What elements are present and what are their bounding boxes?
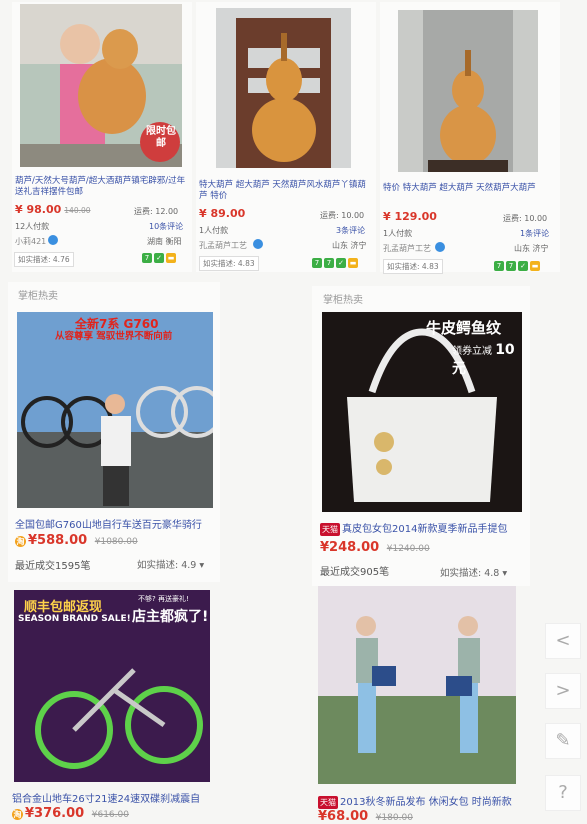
product-title[interactable]: 特价 特大葫芦 超大葫芦 天然葫芦大葫芦 — [383, 183, 553, 194]
promo-badge: 限时包邮 — [146, 126, 176, 149]
wangwang-icon[interactable] — [253, 239, 263, 249]
sold-count: 最近成交1595笔 — [15, 561, 91, 572]
help-icon[interactable]: ? — [545, 775, 581, 811]
product-price: ¥ 129.00 — [383, 210, 437, 223]
product-price: 淘 ¥376.00 ¥616.00 — [12, 806, 129, 821]
card-icon: ▬ — [348, 258, 358, 268]
seven-day-icon: 7 — [494, 261, 504, 271]
edit-icon[interactable]: ✎ — [545, 723, 581, 759]
return-icon: 7 — [506, 261, 516, 271]
shipping-fee: 运费: 10.00 — [503, 214, 548, 223]
card-icon: ▬ — [530, 261, 540, 271]
gourd-photo — [216, 8, 351, 168]
old-price: ¥1240.00 — [386, 544, 430, 554]
product-title[interactable]: 特大葫芦 超大葫芦 天然葫芦风水葫芦丫镇葫芦 特价 — [199, 180, 374, 202]
product-price: 淘 ¥588.00 ¥1080.00 — [15, 533, 138, 548]
product-card[interactable]: 特大葫芦 超大葫芦 天然葫芦风水葫芦丫镇葫芦 特价 ¥ 89.00 运费: 10… — [196, 2, 376, 272]
wangwang-icon[interactable] — [435, 242, 445, 252]
wangwang-icon[interactable] — [48, 235, 58, 245]
banner-subtitle: 领券立减 10元 — [452, 342, 515, 377]
product-image[interactable] — [318, 586, 516, 784]
shop-location: 湖南 衡阳 — [147, 237, 182, 246]
shop-location: 山东 济宁 — [514, 244, 549, 253]
product-card[interactable]: 特价 特大葫芦 超大葫芦 天然葫芦大葫芦 ¥ 129.00 运费: 10.00 … — [380, 2, 560, 274]
shop-name[interactable]: 小莉421 — [15, 236, 46, 247]
banner-title: 顺丰包邮返现 — [24, 600, 103, 615]
return-icon: 7 — [324, 258, 334, 268]
guarantee-icon: ✓ — [336, 258, 346, 268]
rating-select[interactable]: 如实描述: 4.76 — [14, 252, 74, 267]
tmall-icon: 天猫 — [320, 523, 340, 536]
fashion-photo — [318, 586, 516, 784]
product-title[interactable]: 全国包邮G760山地自行车送百元豪华骑行 — [15, 516, 202, 531]
banner-subtitle: 从容尊享 驾驭世界不断向前 — [55, 331, 173, 342]
rating-select[interactable]: 如实描述: 4.9 ▾ — [137, 557, 204, 571]
rating-select[interactable]: 如实描述: 4.83 — [199, 256, 259, 271]
seven-day-icon: 7 — [312, 258, 322, 268]
product-title[interactable]: 葫芦/天然大号葫芦/超大酒葫芦镇宅辟邪/过年送礼吉祥摆件包邮 — [15, 176, 187, 198]
old-price: ¥616.00 — [91, 810, 129, 820]
product-card[interactable]: 限时包邮 葫芦/天然大号葫芦/超大酒葫芦镇宅辟邪/过年送礼吉祥摆件包邮 ¥ 98… — [12, 2, 192, 272]
shipping-fee: 运费: 10.00 — [320, 211, 365, 220]
tmall-icon: 天猫 — [318, 796, 338, 809]
sold-count: 1人付款 — [199, 226, 229, 235]
product-image[interactable] — [398, 10, 538, 172]
section-title: 掌柜热卖 — [323, 295, 363, 306]
product-title[interactable]: 铝合金山地车26寸21速24速双碟刹减震自 — [12, 790, 200, 805]
product-image[interactable]: 牛皮鳄鱼纹 领券立减 10元 — [322, 312, 522, 512]
product-image[interactable] — [216, 8, 351, 168]
sold-count: 最近成交905笔 — [320, 567, 390, 578]
gourd-photo — [398, 10, 538, 172]
previous-icon[interactable]: < — [545, 623, 581, 659]
sold-count: 1人付款 — [383, 229, 413, 238]
banner-title: 牛皮鳄鱼纹 — [426, 319, 502, 337]
section-title: 掌柜热卖 — [18, 291, 58, 302]
old-price: ¥1080.00 — [94, 537, 138, 547]
taobao-icon: 淘 — [15, 536, 26, 547]
banner-english: SEASON BRAND SALE! — [18, 614, 131, 624]
product-image[interactable]: 全新7系 G760 从容尊享 驾驭世界不断向前 — [17, 312, 213, 508]
product-title[interactable]: 天猫 真皮包女包2014新款夏季新品手提包 — [320, 520, 507, 536]
review-link[interactable]: 3条评论 — [336, 225, 365, 236]
shop-location: 山东 济宁 — [332, 241, 367, 250]
shop-name[interactable]: 孔孟葫芦工艺 — [383, 243, 431, 254]
product-price: ¥ 98.00 140.00 — [15, 203, 91, 216]
service-badges: 7 7 ✓ ▬ — [494, 261, 540, 271]
old-price: ¥180.00 — [375, 813, 413, 823]
sold-count: 12人付款 — [15, 222, 50, 231]
old-price: 140.00 — [64, 206, 91, 215]
banner-note: 不够? 再送豪礼! — [138, 595, 189, 603]
banner-subtitle: 店主都疯了! — [132, 609, 209, 625]
rating-select[interactable]: 如实描述: 4.8 ▾ — [440, 565, 507, 579]
rating-select[interactable]: 如实描述: 4.83 — [383, 259, 443, 274]
seven-day-icon: 7 — [142, 253, 152, 263]
product-price: ¥248.00 ¥1240.00 — [320, 540, 430, 555]
review-link[interactable]: 10条评论 — [149, 221, 183, 232]
card-icon: ▬ — [166, 253, 176, 263]
product-price: ¥ 89.00 — [199, 207, 246, 220]
service-badges: 7 ✓ ▬ — [142, 253, 176, 263]
product-image[interactable]: 顺丰包邮返现 SEASON BRAND SALE! 不够? 再送豪礼! 店主都疯… — [14, 590, 210, 782]
guarantee-icon: ✓ — [518, 261, 528, 271]
guarantee-icon: ✓ — [154, 253, 164, 263]
product-title[interactable]: 天猫 2013秋冬新品发布 休闲女包 时尚新款 — [318, 793, 512, 809]
service-badges: 7 7 ✓ ▬ — [312, 258, 358, 268]
review-link[interactable]: 1条评论 — [520, 228, 549, 239]
product-image[interactable]: 限时包邮 — [20, 4, 182, 167]
shipping-fee: 运费: 12.00 — [134, 207, 179, 216]
next-icon[interactable]: > — [545, 673, 581, 709]
product-price: ¥68.00 ¥180.00 — [318, 809, 413, 824]
taobao-icon: 淘 — [12, 809, 23, 820]
shop-name[interactable]: 孔孟葫芦工艺 — [199, 240, 247, 251]
